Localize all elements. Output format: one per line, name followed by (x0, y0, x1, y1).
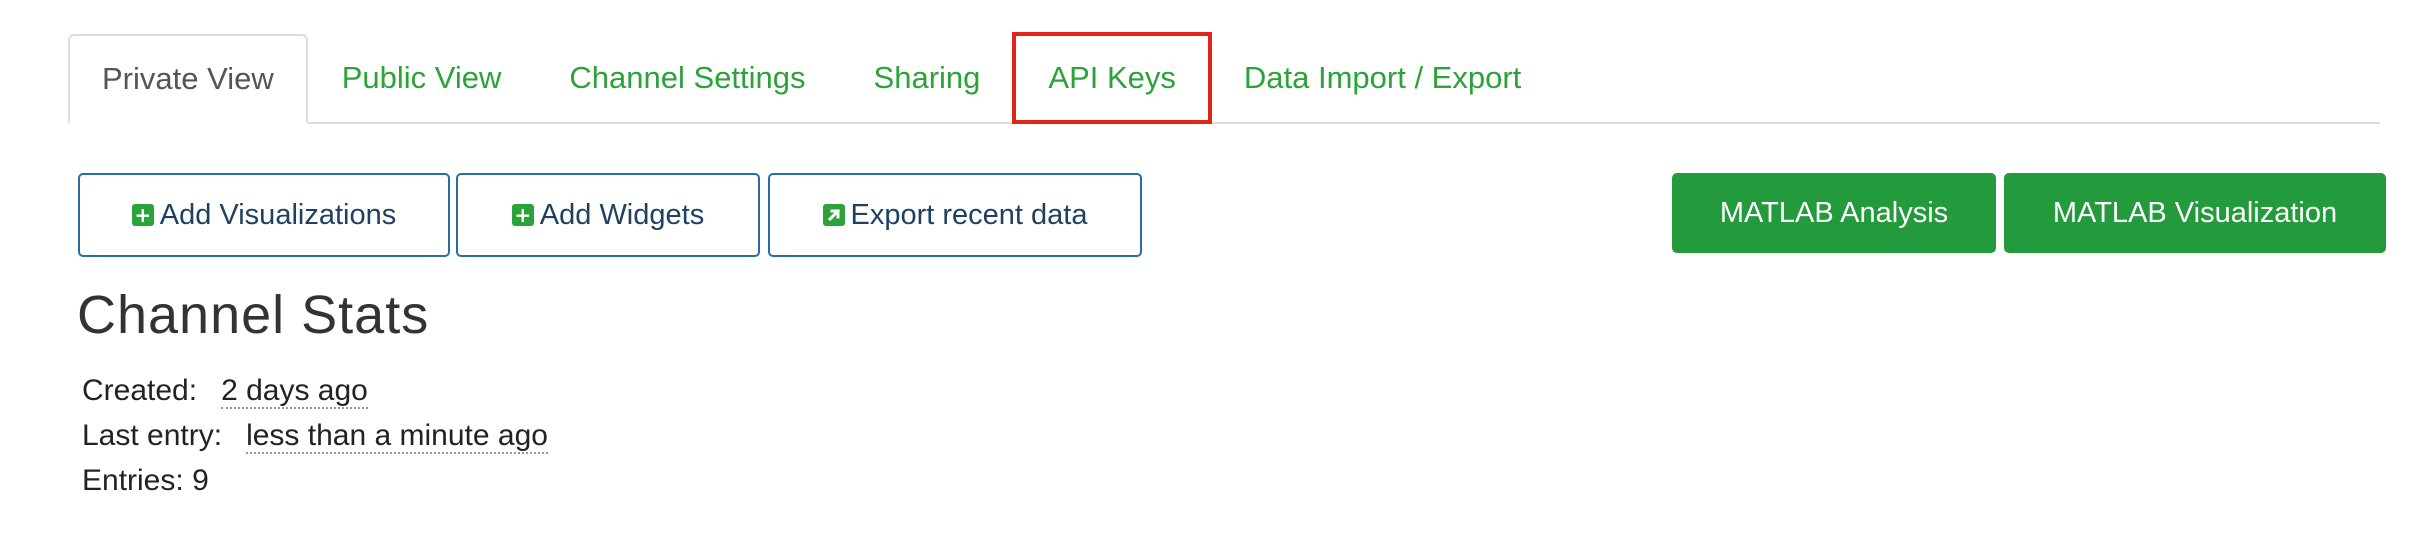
channel-stats-title: Channel Stats (77, 285, 430, 345)
stat-created: Created: 2 days ago (82, 374, 368, 409)
tab-public-view[interactable]: Public View (308, 34, 536, 122)
add-visualizations-button[interactable]: + Add Visualizations (78, 173, 450, 257)
external-link-square-icon (822, 204, 845, 226)
channel-tabs: Private View Public View Channel Setting… (68, 32, 2380, 124)
add-widgets-label: Add Widgets (539, 198, 705, 231)
matlab-visualization-button[interactable]: MATLAB Visualization (2004, 173, 2386, 253)
last-entry-label: Last entry: (82, 419, 223, 452)
export-recent-data-label: Export recent data (850, 198, 1088, 231)
tab-channel-settings[interactable]: Channel Settings (535, 34, 839, 122)
entries-value: 9 (192, 464, 209, 497)
plus-square-icon: + (511, 204, 534, 226)
tab-api-keys[interactable]: API Keys (1012, 32, 1212, 124)
tab-private-view[interactable]: Private View (68, 34, 308, 124)
add-visualizations-label: Add Visualizations (159, 198, 397, 231)
stat-entries: Entries: 9 (82, 464, 209, 498)
tab-data-import-export[interactable]: Data Import / Export (1210, 34, 1555, 122)
last-entry-value: less than a minute ago (246, 419, 548, 454)
entries-label: Entries: (82, 464, 184, 497)
stat-last-entry: Last entry: less than a minute ago (82, 419, 548, 454)
tab-sharing[interactable]: Sharing (840, 34, 1015, 122)
plus-square-icon: + (131, 204, 154, 226)
created-label: Created: (82, 374, 198, 407)
matlab-analysis-button[interactable]: MATLAB Analysis (1672, 173, 1996, 253)
export-recent-data-button[interactable]: Export recent data (768, 173, 1142, 257)
created-value: 2 days ago (221, 374, 368, 409)
add-widgets-button[interactable]: + Add Widgets (456, 173, 760, 257)
